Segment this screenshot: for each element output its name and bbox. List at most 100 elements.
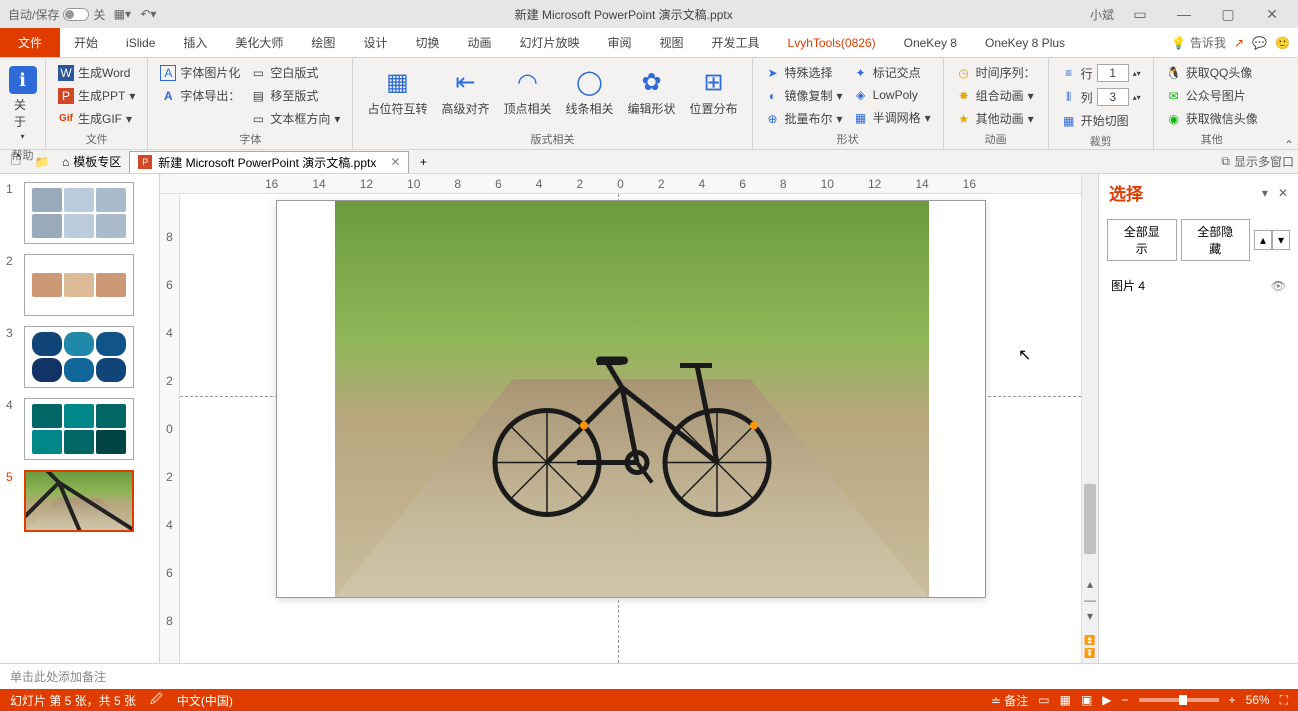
next-set-icon[interactable]: ⏬ [1084,648,1095,659]
add-tab-icon[interactable]: + [411,152,435,172]
time-series-button[interactable]: ◷时间序列： [952,62,1040,83]
tell-me[interactable]: 💡 告诉我 [1171,34,1226,51]
to-template-button[interactable]: ▤移至版式 [246,85,344,106]
collapse-ribbon-icon[interactable]: ⌃ [1284,138,1294,152]
tab-slideshow[interactable]: 幻灯片放映 [505,28,593,57]
smile-icon[interactable]: 🙂 [1275,36,1290,50]
move-down-button[interactable]: ▾ [1272,230,1290,250]
panel-menu-icon[interactable]: ▾ [1262,186,1268,200]
vertical-scrollbar[interactable]: ▴ — ▾ ⏫ ⏬ [1081,174,1098,663]
thumbnail-2[interactable]: 2 [6,254,153,316]
col-input[interactable]: ⦀列3▴▾ [1057,86,1145,108]
blank-layout-button[interactable]: ▭空白版式 [246,62,344,83]
slide-image[interactable] [335,201,929,597]
notes-pane[interactable]: 单击此处添加备注 [0,663,1298,689]
maximize-button[interactable]: ▢ [1210,5,1246,23]
show-all-button[interactable]: 全部显示 [1107,219,1177,261]
tab-islide[interactable]: iSlide [112,28,169,57]
fit-window-icon[interactable]: ⛶ [1280,693,1288,708]
slide-editor[interactable]: 1614121086420246810121416 864202468 [160,174,1081,663]
special-select-button[interactable]: ➤特殊选择 [761,62,847,83]
slot-button[interactable]: ▦占位符互转 [361,62,433,121]
row-numbox[interactable]: 1 [1097,64,1129,82]
wx-avatar-button[interactable]: ◉获取微信头像 [1162,108,1262,129]
batch-bool-button[interactable]: ⊕批量布尔 ▾ [761,108,847,129]
edit-shape-button[interactable]: ✿编辑形状 [622,62,682,121]
qat-save-icon[interactable]: ▦▾ [113,5,131,23]
lowpoly-button[interactable]: ◈LowPoly [849,85,935,105]
autosave-toggle[interactable]: 自动/保存 关 [8,6,105,23]
tab-onekey8plus[interactable]: OneKey 8 Plus [971,28,1079,57]
hide-all-button[interactable]: 全部隐藏 [1181,219,1251,261]
combo-anim-button[interactable]: ✸组合动画 ▾ [952,85,1040,106]
zoom-out-icon[interactable]: − [1122,693,1129,707]
thumbnail-5[interactable]: 5 [6,470,153,532]
ribbon-display-icon[interactable]: ▭ [1122,5,1158,23]
zoom-in-icon[interactable]: + [1229,693,1236,707]
textbox-dir-button[interactable]: ▭文本框方向 ▾ [246,108,344,129]
distribute-button[interactable]: ⊞位置分布 [684,62,744,121]
file-tab[interactable]: 文件 [0,28,60,57]
gen-word-button[interactable]: W生成Word [54,62,139,83]
home-template-button[interactable]: ⌂模板专区 [56,152,127,172]
align-button[interactable]: ⇤高级对齐 [435,62,495,121]
reading-view-icon[interactable]: ▣ [1081,693,1092,707]
visibility-icon[interactable]: 👁 [1271,279,1286,293]
move-up-button[interactable]: ▴ [1254,230,1272,250]
gen-gif-button[interactable]: Gif生成GIF ▾ [54,108,139,129]
scrollbar-thumb[interactable] [1084,484,1096,554]
multi-window-icon[interactable]: ⧉ [1221,154,1230,169]
new-doc-icon[interactable]: 🗋 [4,152,28,172]
tab-beautify[interactable]: 美化大师 [221,28,297,57]
close-tab-icon[interactable]: ✕ [390,155,400,169]
mirror-button[interactable]: ◐镜像复制 ▾ [761,85,847,106]
close-button[interactable]: ✕ [1254,5,1290,23]
tab-design[interactable]: 设计 [349,28,401,57]
document-tab[interactable]: P 新建 Microsoft PowerPoint 演示文稿.pptx ✕ [129,151,409,173]
panel-close-icon[interactable]: ✕ [1278,186,1288,200]
thumbnail-3[interactable]: 3 [6,326,153,388]
stepper-icon[interactable]: ▴▾ [1133,69,1141,78]
tab-insert[interactable]: 插入 [169,28,221,57]
zoom-slider-thumb[interactable] [1179,695,1187,705]
slideshow-view-icon[interactable]: ▶ [1102,693,1111,707]
gen-ppt-button[interactable]: P生成PPT ▾ [54,85,139,106]
zoom-level[interactable]: 56% [1246,693,1270,707]
tab-transitions[interactable]: 切换 [401,28,453,57]
tab-onekey8[interactable]: OneKey 8 [890,28,971,57]
prev-slide-icon[interactable]: ▴ [1087,577,1093,591]
tab-animations[interactable]: 动画 [453,28,505,57]
qq-avatar-button[interactable]: 🐧获取QQ头像 [1162,62,1262,83]
tab-draw[interactable]: 绘图 [297,28,349,57]
canvas-area[interactable] [180,194,1081,663]
vertex-button[interactable]: ◠顶点相关 [497,62,557,121]
notes-toggle[interactable]: ≐ 备注 [991,692,1028,709]
slide-count[interactable]: 幻灯片 第 5 张，共 5 张 [10,692,136,709]
username[interactable]: 小斌 [1090,6,1114,23]
sorter-view-icon[interactable]: ▦ [1060,693,1071,707]
thumbnail-1[interactable]: 1 [6,182,153,244]
tab-developer[interactable]: 开发工具 [698,28,774,57]
wechat-img-button[interactable]: ✉公众号图片 [1162,85,1262,106]
slide-canvas[interactable] [276,200,986,598]
row-input[interactable]: ≡行1▴▾ [1057,62,1145,84]
font-export-button[interactable]: A字体导出： [156,85,244,106]
minimize-button[interactable]: — [1166,5,1202,23]
tab-home[interactable]: 开始 [60,28,112,57]
toggle-icon[interactable] [63,8,89,21]
open-folder-icon[interactable]: 📁 [30,152,54,172]
zoom-slider[interactable] [1139,698,1219,702]
line-button[interactable]: ◯线条相关 [559,62,619,121]
qat-undo-icon[interactable]: ↶▾ [139,5,157,23]
share-icon[interactable]: ↗ [1234,36,1244,50]
selection-item[interactable]: 图片 4 👁 [1099,269,1298,302]
mark-point-button[interactable]: ✦标记交点 [849,62,935,83]
language-button[interactable]: 中文(中国) [177,692,233,709]
next-slide-icon[interactable]: ▾ [1087,609,1093,623]
font-img-button[interactable]: A字体图片化 [156,62,244,83]
start-crop-button[interactable]: ▦开始切图 [1057,110,1145,131]
about-button[interactable]: ℹ 关于 ▾ [8,62,37,145]
halftone-button[interactable]: ▦半调网格 ▾ [849,107,935,128]
normal-view-icon[interactable]: ▭ [1038,693,1049,707]
col-numbox[interactable]: 3 [1097,88,1129,106]
